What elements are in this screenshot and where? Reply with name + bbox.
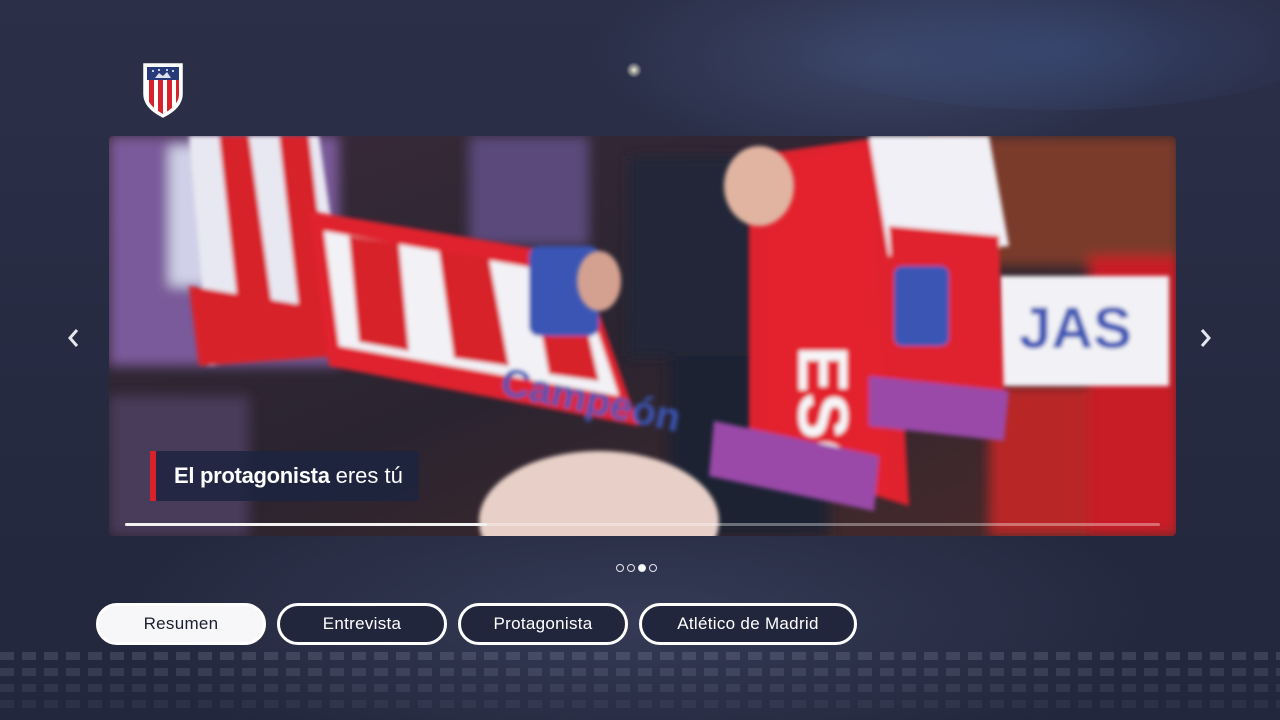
slide-pagination (616, 564, 657, 572)
slide-progress-bar (125, 523, 1160, 526)
caption-bold-text: El protagonista (174, 463, 330, 488)
tab-bar: Resumen Entrevista Protagonista Atlético de… (96, 603, 857, 645)
chevron-left-icon (68, 329, 79, 347)
app-screen: JAS Campeón ESO El protagonista eres tú … (0, 0, 1280, 720)
stadium-stands (0, 700, 1280, 708)
next-slide-button[interactable] (1191, 322, 1221, 354)
pagination-dot[interactable] (649, 564, 657, 572)
pagination-dot[interactable] (616, 564, 624, 572)
stadium-roof (780, 0, 1280, 110)
stadium-light (626, 62, 642, 78)
stadium-stands (0, 668, 1280, 676)
stadium-stands (0, 684, 1280, 692)
hero-carousel[interactable]: JAS Campeón ESO El protagonista eres tú (109, 136, 1176, 536)
chevron-right-icon (1200, 329, 1211, 347)
tab-atl-tico-de-madrid[interactable]: Atlético de Madrid (639, 603, 857, 645)
tab-protagonista[interactable]: Protagonista (458, 603, 628, 645)
tab-entrevista[interactable]: Entrevista (277, 603, 447, 645)
slide-caption: El protagonista eres tú (150, 451, 419, 501)
pagination-dot[interactable] (638, 564, 646, 572)
svg-text:JAS: JAS (1019, 296, 1132, 361)
stadium-stands (0, 652, 1280, 660)
atletico-madrid-crest-icon (143, 63, 183, 118)
slide-progress-fill (125, 523, 488, 526)
tab-resumen[interactable]: Resumen (96, 603, 266, 645)
previous-slide-button[interactable] (58, 322, 88, 354)
pagination-dot[interactable] (627, 564, 635, 572)
caption-text: eres tú (335, 463, 403, 488)
